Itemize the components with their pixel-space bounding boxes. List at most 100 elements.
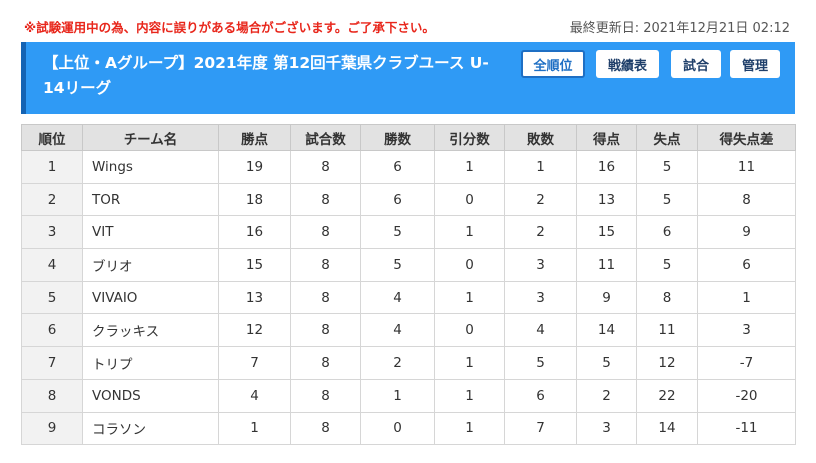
- goals-against-cell: 22: [636, 378, 698, 413]
- column-header-draws: 引分数: [434, 124, 505, 151]
- played-cell: 8: [290, 248, 361, 282]
- losses-cell: 2: [504, 182, 577, 217]
- points-cell: 18: [218, 182, 291, 217]
- goals-for-cell: 3: [576, 411, 637, 446]
- rank-cell: 5: [21, 280, 83, 315]
- draws-cell: 1: [434, 411, 505, 446]
- table-row: 9 コラソン 1 8 0 1 7 3 14 -11: [21, 411, 796, 446]
- points-cell: 15: [218, 248, 291, 282]
- goals-for-cell: 2: [576, 378, 637, 413]
- standings-table: 順位 チーム名 勝点 試合数 勝数 引分数 敗数 得点 失点 得失点差 1 Wi…: [21, 124, 796, 446]
- table-row: 7 トリプ 7 8 2 1 5 5 12 -7: [21, 346, 796, 380]
- losses-cell: 3: [504, 280, 577, 315]
- losses-cell: 6: [504, 378, 577, 413]
- points-cell: 13: [218, 280, 291, 315]
- rank-cell: 4: [21, 248, 83, 282]
- team-name-cell[interactable]: VIT: [82, 215, 219, 250]
- wins-cell: 5: [360, 215, 435, 250]
- disclaimer-notice: ※試験運用中の為、内容に誤りがある場合がございます。ご了承下さい。: [24, 20, 435, 35]
- column-header-rank: 順位: [21, 124, 83, 151]
- wins-cell: 4: [360, 313, 435, 348]
- points-cell: 16: [218, 215, 291, 250]
- played-cell: 8: [290, 411, 361, 446]
- column-header-points: 勝点: [218, 124, 291, 151]
- rank-cell: 2: [21, 182, 83, 217]
- points-cell: 7: [218, 346, 291, 380]
- played-cell: 8: [290, 182, 361, 217]
- draws-cell: 1: [434, 215, 505, 250]
- table-row: 5 VIVAIO 13 8 4 1 3 9 8 1: [21, 280, 796, 315]
- played-cell: 8: [290, 280, 361, 315]
- column-header-team: チーム名: [82, 124, 219, 151]
- wins-cell: 6: [360, 150, 435, 184]
- goals-for-cell: 11: [576, 248, 637, 282]
- wins-cell: 4: [360, 280, 435, 315]
- goals-for-cell: 16: [576, 150, 637, 184]
- table-row: 4 ブリオ 15 8 5 0 3 11 5 6: [21, 248, 796, 282]
- league-title: 【上位・Aグループ】2021年度 第12回千葉県クラブユース U-14リーグ: [43, 54, 489, 97]
- points-cell: 1: [218, 411, 291, 446]
- losses-cell: 5: [504, 346, 577, 380]
- losses-cell: 7: [504, 411, 577, 446]
- table-row: 3 VIT 16 8 5 1 2 15 6 9: [21, 215, 796, 250]
- losses-cell: 1: [504, 150, 577, 184]
- goal-diff-cell: 1: [697, 280, 796, 315]
- goals-for-cell: 15: [576, 215, 637, 250]
- draws-cell: 0: [434, 182, 505, 217]
- wins-cell: 1: [360, 378, 435, 413]
- column-header-played: 試合数: [290, 124, 361, 151]
- goals-for-cell: 5: [576, 346, 637, 380]
- draws-cell: 1: [434, 150, 505, 184]
- goal-diff-cell: 3: [697, 313, 796, 348]
- rank-cell: 1: [21, 150, 83, 184]
- draws-cell: 1: [434, 280, 505, 315]
- team-name-cell[interactable]: ブリオ: [82, 248, 219, 282]
- rank-cell: 8: [21, 378, 83, 413]
- points-cell: 4: [218, 378, 291, 413]
- admin-button[interactable]: 管理: [730, 50, 780, 78]
- team-name-cell[interactable]: VIVAIO: [82, 280, 219, 315]
- team-name-cell[interactable]: VONDS: [82, 378, 219, 413]
- team-name-cell[interactable]: クラッキス: [82, 313, 219, 348]
- goal-diff-cell: 9: [697, 215, 796, 250]
- goals-against-cell: 6: [636, 215, 698, 250]
- draws-cell: 1: [434, 378, 505, 413]
- column-header-losses: 敗数: [504, 124, 577, 151]
- team-name-cell[interactable]: TOR: [82, 182, 219, 217]
- wins-cell: 6: [360, 182, 435, 217]
- last-updated: 最終更新日: 2021年12月21日 02:12: [569, 21, 790, 36]
- goals-against-cell: 5: [636, 248, 698, 282]
- played-cell: 8: [290, 150, 361, 184]
- draws-cell: 1: [434, 346, 505, 380]
- goal-diff-cell: 11: [697, 150, 796, 184]
- column-header-wins: 勝数: [360, 124, 435, 151]
- losses-cell: 4: [504, 313, 577, 348]
- goal-diff-cell: -11: [697, 411, 796, 446]
- column-header-goal-diff: 得失点差: [697, 124, 796, 151]
- team-name-cell[interactable]: コラソン: [82, 411, 219, 446]
- wins-cell: 5: [360, 248, 435, 282]
- record-table-button[interactable]: 戦績表: [596, 50, 659, 78]
- team-name-cell[interactable]: Wings: [82, 150, 219, 184]
- goals-for-cell: 9: [576, 280, 637, 315]
- goals-against-cell: 5: [636, 182, 698, 217]
- losses-cell: 2: [504, 215, 577, 250]
- played-cell: 8: [290, 378, 361, 413]
- rank-cell: 6: [21, 313, 83, 348]
- wins-cell: 2: [360, 346, 435, 380]
- goal-diff-cell: 6: [697, 248, 796, 282]
- all-standings-button[interactable]: 全順位: [521, 50, 585, 78]
- draws-cell: 0: [434, 313, 505, 348]
- goal-diff-cell: 8: [697, 182, 796, 217]
- losses-cell: 3: [504, 248, 577, 282]
- matches-button[interactable]: 試合: [671, 50, 721, 78]
- points-cell: 12: [218, 313, 291, 348]
- goals-for-cell: 13: [576, 182, 637, 217]
- rank-cell: 9: [21, 411, 83, 446]
- column-header-goals-for: 得点: [576, 124, 637, 151]
- rank-cell: 7: [21, 346, 83, 380]
- points-cell: 19: [218, 150, 291, 184]
- team-name-cell[interactable]: トリプ: [82, 346, 219, 380]
- column-header-goals-against: 失点: [636, 124, 698, 151]
- played-cell: 8: [290, 313, 361, 348]
